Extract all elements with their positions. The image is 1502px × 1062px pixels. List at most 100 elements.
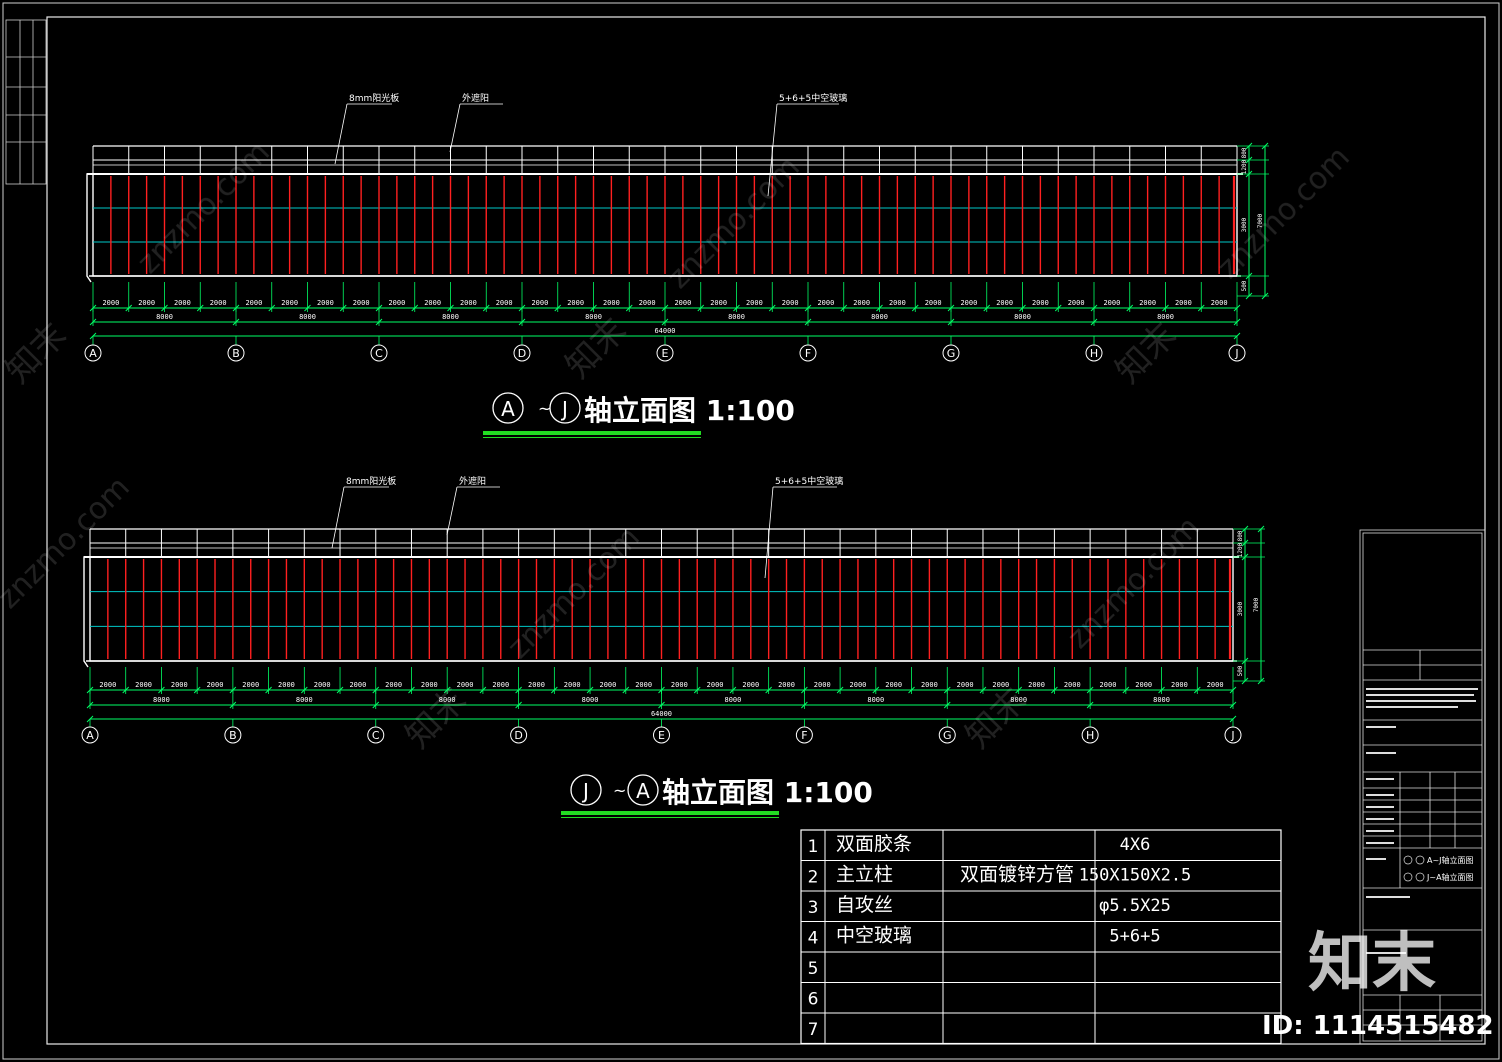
- module-dimension: 2000: [925, 299, 942, 307]
- module-dimension: 2000: [603, 299, 620, 307]
- axis-label: F: [801, 729, 807, 742]
- axis-label: G: [947, 347, 956, 360]
- axis-label: B: [232, 347, 240, 360]
- bay-dimension: 8000: [871, 313, 888, 321]
- callout-label: 5+6+5中空玻璃: [775, 475, 843, 487]
- module-dimension: 2000: [1175, 299, 1192, 307]
- total-dimension: 64000: [651, 710, 672, 718]
- module-dimension: 2000: [135, 681, 152, 689]
- module-dimension: 2000: [710, 299, 727, 307]
- module-dimension: 2000: [921, 681, 938, 689]
- axis-label: H: [1090, 347, 1098, 360]
- watermark-brand: 知末: [958, 680, 1034, 756]
- axis-label: J: [1230, 729, 1234, 742]
- module-dimension: 2000: [528, 681, 545, 689]
- gutter-profile: [86, 173, 93, 283]
- row-number: 5: [808, 959, 819, 979]
- bay-dimension: 8000: [582, 696, 599, 704]
- module-dimension: 2000: [424, 299, 441, 307]
- module-dimension: 2000: [599, 681, 616, 689]
- bay-dimension: 8000: [442, 313, 459, 321]
- module-dimension: 2000: [385, 681, 402, 689]
- bay-dimension: 8000: [1153, 696, 1170, 704]
- title-block-drawing-name-2: J~A轴立面图: [1426, 872, 1474, 882]
- axis-label: E: [658, 729, 665, 742]
- table-row: 7: [808, 1020, 819, 1040]
- title-block-drawing-name-1: A~J轴立面图: [1427, 855, 1474, 865]
- table-row: 5: [808, 959, 819, 979]
- callout-label: 外遮阳: [459, 475, 486, 487]
- callout-label: 8mm阳光板: [349, 92, 399, 104]
- watermark-logo: 知末: [1308, 927, 1436, 1001]
- module-dimension: 2000: [1103, 299, 1120, 307]
- axis-label: A: [86, 729, 94, 742]
- module-dimension: 2000: [388, 299, 405, 307]
- axis-label: G: [943, 729, 952, 742]
- bay-dimension: 8000: [725, 696, 742, 704]
- module-dimension: 2000: [567, 299, 584, 307]
- module-dimension: 2000: [674, 299, 691, 307]
- module-dimension: 2000: [99, 681, 116, 689]
- module-dimension: 2000: [853, 299, 870, 307]
- height-dimension: 1200: [1241, 159, 1248, 174]
- callout-label: 外遮阳: [462, 92, 489, 104]
- height-dimension: 500: [1237, 665, 1244, 676]
- module-dimension: 2000: [957, 681, 974, 689]
- module-dimension: 2000: [245, 299, 262, 307]
- module-dimension: 2000: [174, 299, 191, 307]
- cad-drawing-sheet: 8mm阳光板 外遮阳 5+6+5中空玻璃2000 2000 2000 2000 2000 20…: [0, 2, 1500, 1060]
- module-dimension: 2000: [1032, 299, 1049, 307]
- module-dimension: 2000: [1171, 681, 1188, 689]
- module-dimension: 2000: [889, 299, 906, 307]
- height-dimension: 500: [1241, 280, 1248, 291]
- watermark-site: znzmo.com: [1211, 140, 1357, 286]
- axis-label: E: [662, 347, 669, 360]
- row-number: 3: [808, 898, 819, 918]
- row-number: 2: [808, 868, 819, 888]
- title-block-text: A~J轴立面图 J~A轴立面图: [1366, 688, 1478, 954]
- callout-leader: [331, 486, 345, 549]
- table-row: 4 中空玻璃 5+6+5: [808, 925, 1161, 949]
- module-dimension: 2000: [707, 681, 724, 689]
- table-row: 1 双面胶条 4X6: [808, 833, 1151, 857]
- row-number: 6: [808, 990, 819, 1010]
- title-axis-end: J: [560, 397, 568, 421]
- module-dimension: 2000: [1100, 681, 1117, 689]
- module-dimension: 2000: [138, 299, 155, 307]
- watermark-layer: znzmo.com znzmo.com znzmo.com znzmo.com …: [0, 135, 1357, 756]
- watermark-brand: 知末: [1108, 315, 1184, 391]
- row-number: 7: [808, 1020, 819, 1040]
- total-height-dimension: 7000: [1253, 597, 1260, 612]
- module-dimension: 2000: [635, 681, 652, 689]
- axis-label: A: [89, 347, 97, 360]
- module-dimension: 2000: [281, 299, 298, 307]
- module-dimension: 2000: [210, 299, 227, 307]
- module-dimension: 2000: [817, 299, 834, 307]
- callout-leader: [334, 103, 348, 165]
- module-dimension: 2000: [960, 299, 977, 307]
- module-dimension: 2000: [782, 299, 799, 307]
- axis-label: D: [514, 729, 522, 742]
- material-size: φ5.5X25: [1099, 896, 1171, 916]
- row-number: 1: [808, 837, 819, 857]
- bay-dimension: 8000: [867, 696, 884, 704]
- module-dimension: 2000: [531, 299, 548, 307]
- title-underline: [483, 431, 701, 435]
- binding-strip: [5, 19, 47, 185]
- module-dimension: 2000: [102, 299, 119, 307]
- axis-label: C: [372, 729, 380, 742]
- bay-dimension: 8000: [296, 696, 313, 704]
- module-dimension: 2000: [1064, 681, 1081, 689]
- module-dimension: 2000: [349, 681, 366, 689]
- watermark-brand: 知末: [558, 310, 634, 386]
- elevation-title-2: J ~ A 轴立面图 1:100: [561, 774, 873, 818]
- watermark-site: znzmo.com: [1061, 510, 1207, 656]
- module-dimension: 2000: [353, 299, 370, 307]
- axis-label: J: [1234, 347, 1238, 360]
- axis-label: H: [1086, 729, 1094, 742]
- module-dimension: 2000: [278, 681, 295, 689]
- module-dimension: 2000: [639, 299, 656, 307]
- module-dimension: 2000: [671, 681, 688, 689]
- material-size: 150X150X2.5: [1079, 866, 1192, 886]
- bay-dimension: 8000: [299, 313, 316, 321]
